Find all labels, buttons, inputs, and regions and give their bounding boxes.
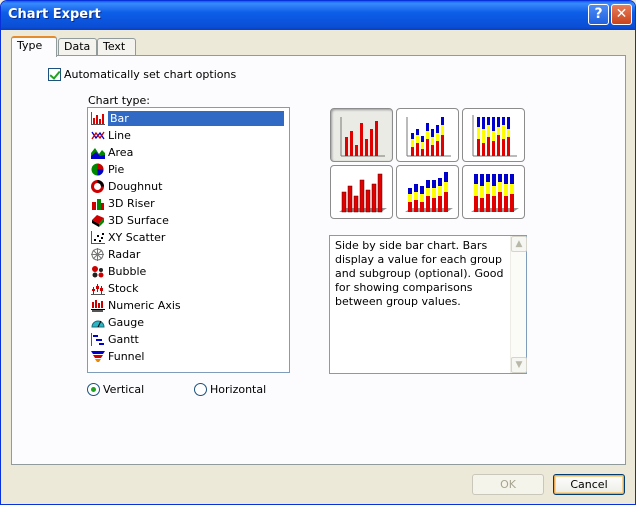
numeric-axis-icon: [91, 299, 105, 312]
help-button[interactable]: ?: [588, 4, 609, 25]
auto-set-options-checkbox[interactable]: [48, 68, 61, 81]
list-item-label: Bubble: [108, 265, 147, 278]
chart-description-text: Side by side bar chart. Bars display a v…: [335, 239, 504, 308]
xy-scatter-icon: [91, 231, 105, 244]
3d-riser-icon: [91, 197, 105, 210]
list-item-doughnut[interactable]: Doughnut: [91, 178, 288, 195]
list-item-label: Gauge: [108, 316, 144, 329]
subtype-stacked-bar[interactable]: [396, 108, 459, 162]
list-item-numeric-axis[interactable]: Numeric Axis: [91, 297, 288, 314]
vertical-radio[interactable]: [87, 383, 100, 396]
list-item-xy-scatter[interactable]: XY Scatter: [91, 229, 288, 246]
tab-data[interactable]: Data: [58, 38, 97, 56]
description-scrollbar[interactable]: ▲ ▼: [510, 236, 527, 373]
line-chart-icon: [91, 129, 105, 142]
gantt-chart-icon: [91, 333, 105, 346]
3d-surface-icon: [91, 214, 105, 227]
gauge-chart-icon: [91, 316, 105, 329]
title-bar[interactable]: Chart Expert ? ✕: [1, 1, 635, 30]
orientation-vertical-option[interactable]: Vertical: [87, 383, 144, 396]
scroll-up-arrow-icon[interactable]: ▲: [511, 236, 527, 252]
close-button[interactable]: ✕: [611, 4, 632, 25]
list-item-gauge[interactable]: Gauge: [91, 314, 288, 331]
list-item-label: Numeric Axis: [108, 299, 181, 312]
subtype-side-by-side-bar[interactable]: [330, 108, 393, 162]
list-item-label: Radar: [108, 248, 141, 261]
list-item-label: XY Scatter: [108, 231, 166, 244]
list-item-radar[interactable]: Radar: [91, 246, 288, 263]
radar-chart-icon: [91, 248, 105, 261]
list-item-label: 3D Surface: [108, 214, 169, 227]
side-by-side-bar-icon: [340, 117, 385, 157]
list-item-label: Area: [108, 146, 134, 159]
area-chart-icon: [91, 146, 105, 159]
list-item-label: Gantt: [108, 333, 139, 346]
list-item-label: Line: [108, 129, 131, 142]
auto-set-options-label: Automatically set chart options: [64, 68, 237, 81]
3d-stacked-bar-icon: [405, 172, 453, 212]
chart-type-list[interactable]: Bar Line Area Pie Doughnut 3D Riser 3D S…: [87, 107, 290, 373]
3d-side-by-side-bar-icon: [339, 173, 387, 213]
subtype-3d-side-by-side-bar[interactable]: [330, 165, 393, 219]
list-item-label: Bar: [108, 111, 284, 126]
list-item-3d-riser[interactable]: 3D Riser: [91, 195, 288, 212]
horizontal-label: Horizontal: [210, 383, 267, 396]
list-item-label: Pie: [108, 163, 125, 176]
chart-description-box: Side by side bar chart. Bars display a v…: [329, 235, 527, 374]
list-item-funnel[interactable]: Funnel: [91, 348, 288, 365]
funnel-chart-icon: [91, 350, 105, 363]
window-title: Chart Expert: [8, 7, 101, 22]
list-item-3d-surface[interactable]: 3D Surface: [91, 212, 288, 229]
tab-text[interactable]: Text: [97, 38, 136, 56]
subtype-percent-bar[interactable]: [462, 108, 525, 162]
ok-button[interactable]: OK: [472, 474, 544, 495]
bar-chart-icon: [91, 112, 105, 125]
percent-bar-icon: [472, 115, 517, 157]
list-item-label: Funnel: [108, 350, 145, 363]
pie-chart-icon: [91, 163, 105, 176]
stock-chart-icon: [91, 282, 105, 295]
list-item-gantt[interactable]: Gantt: [91, 331, 288, 348]
cancel-button[interactable]: Cancel: [553, 474, 625, 495]
doughnut-chart-icon: [91, 180, 105, 193]
list-item-line[interactable]: Line: [91, 127, 288, 144]
list-item-label: Stock: [108, 282, 139, 295]
tab-type[interactable]: Type: [11, 36, 57, 57]
list-item-label: Doughnut: [108, 180, 163, 193]
orientation-horizontal-option[interactable]: Horizontal: [194, 383, 266, 396]
list-item-pie[interactable]: Pie: [91, 161, 288, 178]
3d-percent-bar-icon: [471, 174, 519, 212]
vertical-label: Vertical: [103, 383, 145, 396]
scroll-down-arrow-icon[interactable]: ▼: [511, 357, 527, 373]
bubble-chart-icon: [91, 265, 105, 278]
chart-type-label: Chart type:: [88, 94, 151, 107]
auto-set-options-row[interactable]: Automatically set chart options: [48, 68, 236, 81]
list-item-bar[interactable]: Bar: [91, 110, 288, 127]
horizontal-radio[interactable]: [194, 383, 207, 396]
stacked-bar-icon: [406, 117, 451, 157]
list-item-area[interactable]: Area: [91, 144, 288, 161]
subtype-3d-stacked-bar[interactable]: [396, 165, 459, 219]
list-item-label: 3D Riser: [108, 197, 155, 210]
subtype-3d-percent-bar[interactable]: [462, 165, 525, 219]
list-item-stock[interactable]: Stock: [91, 280, 288, 297]
chart-expert-window: Chart Expert ? ✕ Type Data Text Automati…: [0, 0, 636, 505]
list-item-bubble[interactable]: Bubble: [91, 263, 288, 280]
